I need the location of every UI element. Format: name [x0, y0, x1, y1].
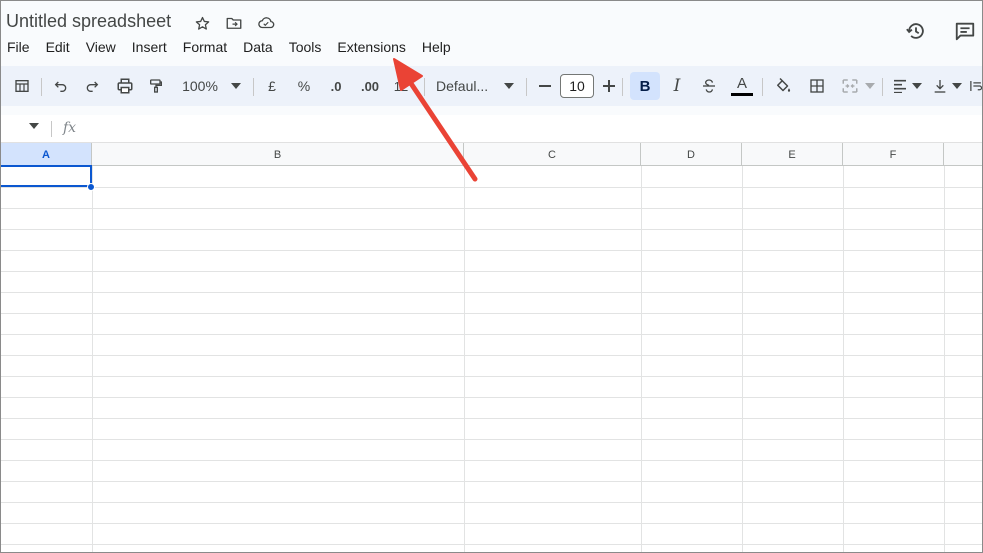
annotation-arrow [393, 58, 478, 182]
spreadsheet-window: Untitled spreadsheet File Edit View Inse… [0, 0, 983, 553]
